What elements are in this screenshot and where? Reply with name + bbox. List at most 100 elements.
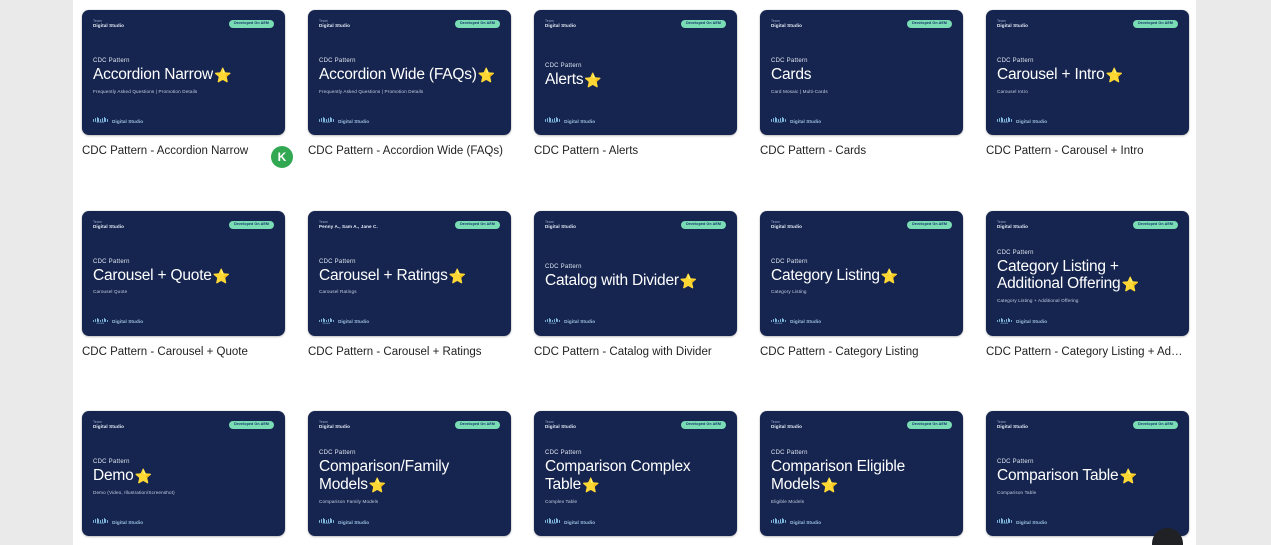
pattern-card[interactable]: Team Digital Studio Developed On AEM CDC Pa… [82,210,285,361]
card-title[interactable]: CDC Pattern - Category Listing [760,345,961,361]
card-title[interactable]: CDC Pattern - Alerts [534,144,735,160]
card-thumbnail[interactable]: Team Digital Studio Developed On AEM CDC Pa… [534,10,737,135]
card-title[interactable]: CDC Pattern - Accordion Narrow [82,144,283,160]
thumbnail-header: Team Digital Studio Developed On AEM [545,420,726,439]
thumbnail-header: Team Digital Studio Developed On AEM [997,220,1178,239]
card-thumbnail[interactable]: Team Digital Studio Developed On AEM CDC Pa… [82,210,285,336]
thumbnail-footer: cisco Digital Studio [93,116,274,126]
pattern-card[interactable]: Team Digital Studio Developed On AEM CDC Pa… [760,210,963,361]
team-name: Digital Studio [319,424,351,430]
card-thumbnail[interactable]: Team Digital Studio Developed On AEM CDC Pa… [534,411,737,537]
thumbnail-footer: cisco Digital Studio [545,116,726,126]
card-subline: Complex Table [545,498,578,504]
pattern-card[interactable]: Team Digital Studio Developed On AEM CDC Pa… [308,411,511,545]
pattern-card[interactable]: Team Digital Studio Developed On AEM CDC Pa… [534,210,737,361]
card-thumbnail[interactable]: Team Digital Studio Developed On AEM CDC Pa… [82,411,285,537]
card-thumbnail[interactable]: Team Digital Studio Developed On AEM CDC Pa… [534,210,737,336]
cisco-logo-icon: cisco [319,117,335,125]
pattern-card[interactable]: Team Digital Studio Developed On AEM CDC Pa… [760,10,963,160]
thumbnail-header: Team Digital Studio Developed On AEM [319,19,500,38]
card-thumbnail[interactable]: Team Digital Studio Developed On AEM CDC Pa… [82,10,285,135]
pattern-card[interactable]: Team Digital Studio Developed On AEM CDC Pa… [534,10,737,160]
digital-studio-wordmark: Digital Studio [1016,319,1048,325]
card-subline: Eligible Models [771,498,805,504]
aem-badge: Developed On AEM [1133,421,1178,430]
cisco-logo-icon: cisco [771,117,787,125]
pattern-card[interactable]: Team Digital Studio Developed On AEM CDC Pa… [82,10,293,168]
thumbnail-footer: cisco Digital Studio [771,517,952,527]
card-eyebrow: CDC Pattern [771,258,808,265]
star-icon: ⭐ [212,267,230,284]
pattern-card[interactable]: Team Digital Studio Developed On AEM CDC Pa… [986,411,1189,545]
pattern-card[interactable]: Team Digital Studio Developed On AEM CDC Pa… [986,10,1189,160]
card-title[interactable]: CDC Pattern - Cards [760,144,961,160]
card-eyebrow: CDC Pattern [93,258,130,265]
team-name: Digital Studio [771,23,803,29]
card-thumbnail[interactable]: Team Digital Studio Developed On AEM CDC Pa… [760,10,963,135]
card-headline-text: Carousel + Quote [93,266,212,284]
pattern-card[interactable]: Team Digital Studio Developed On AEM CDC Pa… [986,210,1189,361]
pattern-card[interactable]: Team Penny A., Sam A., Jane C. Developed O… [308,210,511,361]
card-thumbnail[interactable]: Team Digital Studio Developed On AEM CDC Pa… [308,10,511,135]
card-thumbnail[interactable]: Team Digital Studio Developed On AEM CDC Pa… [760,411,963,537]
card-eyebrow: CDC Pattern [545,63,582,70]
card-eyebrow: CDC Pattern [545,450,582,457]
card-thumbnail[interactable]: Team Digital Studio Developed On AEM CDC Pa… [986,411,1189,537]
card-title[interactable]: CDC Pattern - Carousel + Quote [82,345,283,361]
cisco-wordmark: cisco [322,121,331,125]
digital-studio-wordmark: Digital Studio [564,118,596,124]
thumbnail-body: CDC Pattern Category Listing⭐ Category Lis… [771,239,952,317]
cisco-wordmark: cisco [774,321,783,325]
star-icon: ⭐ [477,67,495,84]
digital-studio-wordmark: Digital Studio [338,519,370,525]
thumbnail-header: Team Digital Studio Developed On AEM [319,420,500,439]
cisco-wordmark: cisco [96,321,105,325]
team-block: Team Digital Studio [997,220,1028,230]
card-headline: Carousel + Intro⭐ [997,66,1178,84]
aem-badge: Developed On AEM [681,421,726,430]
card-eyebrow: CDC Pattern [545,263,582,270]
team-name: Penny A., Sam A., Jane C. [319,223,378,229]
pattern-card[interactable]: Team Digital Studio Developed On AEM CDC Pa… [534,411,737,545]
card-title[interactable]: CDC Pattern - Accordion Wide (FAQs) [308,144,509,160]
card-headline: Comparison Eligible Models⭐ [771,458,952,493]
card-thumbnail[interactable]: Team Digital Studio Developed On AEM CDC Pa… [308,411,511,537]
card-thumbnail[interactable]: Team Penny A., Sam A., Jane C. Developed O… [308,210,511,336]
cisco-wordmark: cisco [774,522,783,526]
card-eyebrow: CDC Pattern [997,249,1034,256]
card-headline-text: Comparison Eligible Models [771,458,906,493]
card-title[interactable]: CDC Pattern - Category Listing + Additio… [986,345,1187,361]
star-icon: ⭐ [1105,67,1123,84]
avatar[interactable]: K [271,146,293,168]
thumbnail-body: CDC Pattern Carousel + Intro⭐ Carousel Int… [997,38,1178,116]
pattern-card[interactable]: Team Digital Studio Developed On AEM CDC Pa… [760,411,963,545]
cisco-wordmark: cisco [548,121,557,125]
card-thumbnail[interactable]: Team Digital Studio Developed On AEM CDC Pa… [986,210,1189,336]
thumbnail-body: CDC Pattern Demo⭐ Demo (Video, Illustratio… [93,439,274,517]
star-icon: ⭐ [582,476,600,493]
aem-badge: Developed On AEM [1133,20,1178,29]
card-subline: Category Listing + Additional Offering [997,298,1079,304]
card-eyebrow: CDC Pattern [319,58,356,65]
team-block: Team Digital Studio [997,420,1028,430]
aem-badge: Developed On AEM [229,20,274,29]
card-headline-text: Carousel + Ratings [319,266,448,284]
card-thumbnail[interactable]: Team Digital Studio Developed On AEM CDC Pa… [986,10,1189,135]
star-icon: ⭐ [134,468,152,485]
card-title[interactable]: CDC Pattern - Carousel + Ratings [308,345,509,361]
pattern-card[interactable]: Team Digital Studio Developed On AEM CDC Pa… [308,10,511,160]
card-headline: Accordion Narrow⭐ [93,66,274,84]
cisco-logo-icon: cisco [997,317,1013,326]
cisco-logo-icon: cisco [771,317,787,326]
page-root: Team Digital Studio Developed On AEM CDC Pa… [0,0,1271,545]
card-headline: Comparison Complex Table⭐ [545,458,726,493]
pattern-card[interactable]: Team Digital Studio Developed On AEM CDC Pa… [82,411,285,545]
digital-studio-wordmark: Digital Studio [338,319,370,325]
card-title[interactable]: CDC Pattern - Carousel + Intro [986,144,1187,160]
card-thumbnail[interactable]: Team Digital Studio Developed On AEM CDC Pa… [760,210,963,336]
thumbnail-body: CDC Pattern Carousel + Quote⭐ Carousel Quo… [93,239,274,317]
thumbnail-header: Team Digital Studio Developed On AEM [997,19,1178,38]
thumbnail-header: Team Digital Studio Developed On AEM [93,420,274,439]
thumbnail-header: Team Digital Studio Developed On AEM [93,220,274,239]
card-title[interactable]: CDC Pattern - Catalog with Divider [534,345,735,361]
